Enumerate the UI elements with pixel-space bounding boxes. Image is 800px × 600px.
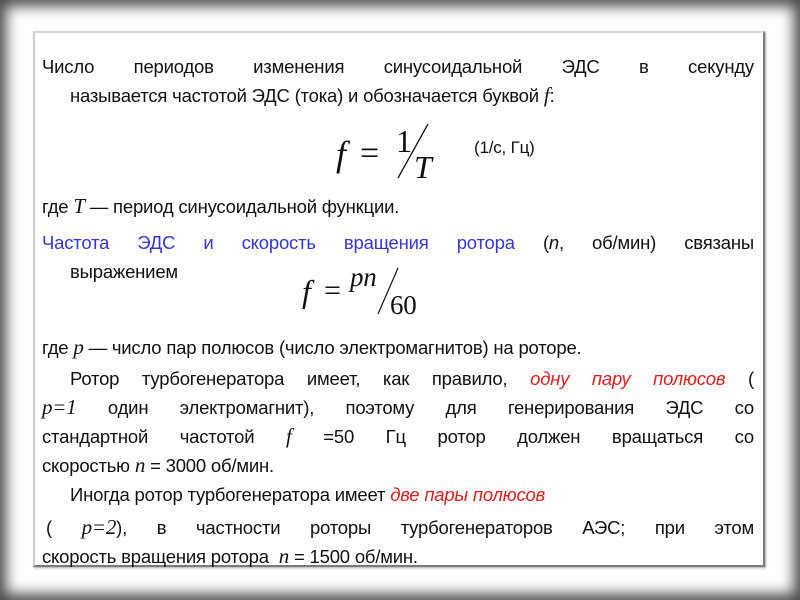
formula-denominator: 60 (390, 290, 417, 320)
text-span: где (42, 196, 69, 217)
math-symbol-f: f (285, 424, 292, 448)
text-span: Иногда ротор турбогенератора имеет (70, 484, 386, 505)
text-span: ( (748, 368, 754, 389)
math-expression-p2: p=2 (81, 515, 117, 539)
formula-numerator: 1 (396, 123, 412, 159)
slide: Число периодов изменения синусоидальной … (0, 0, 800, 600)
paragraph-two-pole-pairs: Иногда ротор турбогенератора имеет две п… (42, 480, 754, 571)
formula-graphic: f = 1 T (336, 123, 434, 185)
text-span: называется частотой ЭДС (тока) и обознач… (70, 85, 539, 106)
formula-lhs: f (302, 273, 315, 309)
text-span: = 1500 об/мин. (294, 546, 418, 567)
paragraph-period-definition: где T — период синусоидальной функции. (42, 192, 754, 221)
text-span: : (549, 85, 555, 106)
text-span: один электромагнит), поэтому для генерир… (107, 397, 754, 418)
math-symbol-n: n (548, 232, 559, 253)
text-line: Число периодов изменения синусоидальной … (42, 52, 754, 81)
text-line: называется частотой ЭДС (тока) и обознач… (42, 81, 754, 110)
text-span: скоростью (42, 455, 130, 476)
text-line: Частота ЭДС и скорость вращения ротора (… (42, 228, 754, 257)
paragraph-pole-pairs-definition: где p — число пар полюсов (число электро… (42, 333, 754, 362)
text-line: ( p=2), в частности роторы турбогенерато… (42, 513, 754, 542)
math-expression-p1: p=1 (42, 395, 77, 419)
math-symbol-n: n (278, 544, 290, 568)
text-line: Иногда ротор турбогенератора имеет две п… (42, 480, 754, 509)
formula-f-equals-pn-over-60: f = pn 60 (298, 262, 428, 320)
highlight-red-text: две пары полюсов (390, 484, 546, 505)
formula-graphic: f = pn 60 (302, 262, 417, 320)
paragraph-frequency-definition: Число периодов изменения синусоидальной … (42, 52, 754, 110)
text-span: ), в частности роторы турбогенераторов А… (116, 517, 754, 538)
formula-equals: = (324, 274, 341, 307)
text-span: скорость вращения ротора (42, 546, 269, 567)
formula-units: (1/с, Гц) (474, 138, 535, 157)
formula-equals: = (360, 135, 379, 172)
text-span: =50 Гц ротор должен вращаться со (323, 426, 754, 447)
text-span: — число пар полюсов (число электромагнит… (88, 337, 582, 358)
formula-denominator: T (414, 149, 434, 182)
text-line: стандартной частотой f =50 Гц ротор долж… (42, 422, 754, 451)
formula-lhs: f (336, 134, 351, 174)
text-span: где (42, 337, 69, 358)
math-symbol-n: n (134, 453, 146, 477)
text-span: — период синусоидальной функции. (89, 196, 400, 217)
formula-numerator: pn (348, 262, 377, 292)
math-symbol-p: p (73, 335, 84, 359)
highlight-blue-text: Частота ЭДС и скорость вращения ротора (42, 232, 515, 253)
text-span: Ротор турбогенератора имеет, как правило… (70, 368, 508, 389)
formula-f-equals-1-over-t: f = 1 T (334, 122, 454, 185)
text-span: Число периодов изменения синусоидальной … (42, 56, 754, 77)
text-span: , об/мин) связаны (559, 232, 754, 253)
text-line: Ротор турбогенератора имеет, как правило… (42, 364, 754, 393)
text-line: p=1 один электромагнит), поэтому для ген… (42, 393, 754, 422)
highlight-red-text: одну пару полюсов (530, 368, 726, 389)
paragraph-one-pole-pair: Ротор турбогенератора имеет, как правило… (42, 364, 754, 480)
text-line: скорость вращения ротора n = 1500 об/мин… (42, 542, 754, 571)
text-span: = 3000 об/мин. (150, 455, 274, 476)
math-symbol-t: T (73, 194, 85, 218)
text-span: стандартной частотой (42, 426, 255, 447)
text-span: ( (46, 517, 52, 538)
text-line: скоростью n = 3000 об/мин. (42, 451, 754, 480)
